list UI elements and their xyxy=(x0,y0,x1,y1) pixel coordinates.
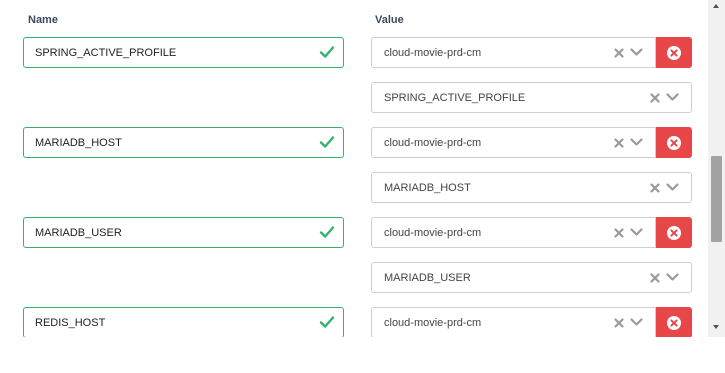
remove-row-button[interactable] xyxy=(656,307,692,337)
scroll-down-arrow[interactable] xyxy=(713,325,719,329)
configmap-key-select[interactable]: SPRING_ACTIVE_PROFILE xyxy=(371,82,692,113)
vertical-scrollbar[interactable] xyxy=(708,0,725,337)
env-name-text: REDIS_HOST xyxy=(35,316,106,329)
remove-row-button[interactable] xyxy=(656,37,692,68)
check-icon xyxy=(319,136,335,148)
env-name-text: MARIADB_HOST xyxy=(35,136,122,149)
configmap-select-value: cloud-movie-prd-cm xyxy=(384,46,482,59)
env-name-input[interactable]: MARIADB_USER xyxy=(23,217,344,248)
chevron-down-icon[interactable] xyxy=(666,183,679,192)
env-var-list: SPRING_ACTIVE_PROFILE cloud-movie-prd-cm… xyxy=(0,0,708,337)
remove-circle-x-icon xyxy=(667,45,681,60)
configmap-select-value: cloud-movie-prd-cm xyxy=(384,226,482,239)
check-icon xyxy=(319,226,335,238)
chevron-down-icon[interactable] xyxy=(666,93,679,102)
chevron-down-icon[interactable] xyxy=(666,273,679,282)
remove-row-button[interactable] xyxy=(656,127,692,158)
clear-x-icon[interactable] xyxy=(614,47,624,58)
remove-circle-x-icon xyxy=(667,225,681,240)
check-icon xyxy=(319,46,335,58)
configmap-select[interactable]: cloud-movie-prd-cm xyxy=(371,217,656,248)
env-name-input[interactable]: MARIADB_HOST xyxy=(23,127,344,158)
env-name-text: SPRING_ACTIVE_PROFILE xyxy=(35,46,177,59)
configmap-select[interactable]: cloud-movie-prd-cm xyxy=(371,307,656,337)
remove-row-button[interactable] xyxy=(656,217,692,248)
configmap-select[interactable]: cloud-movie-prd-cm xyxy=(371,127,656,158)
chevron-down-icon[interactable] xyxy=(630,48,643,57)
configmap-key-value: MARIADB_USER xyxy=(384,271,471,284)
clear-x-icon[interactable] xyxy=(614,137,624,148)
configmap-select-value: cloud-movie-prd-cm xyxy=(384,316,482,329)
env-name-input[interactable]: REDIS_HOST xyxy=(23,307,344,337)
configmap-select-value: cloud-movie-prd-cm xyxy=(384,136,482,149)
chevron-down-icon[interactable] xyxy=(630,318,643,327)
scroll-up-arrow[interactable] xyxy=(713,4,719,8)
clear-x-icon[interactable] xyxy=(650,92,660,103)
configmap-key-select[interactable]: MARIADB_USER xyxy=(371,262,692,293)
configmap-key-value: SPRING_ACTIVE_PROFILE xyxy=(384,91,526,104)
check-icon xyxy=(319,316,335,328)
clear-x-icon[interactable] xyxy=(650,272,660,283)
clear-x-icon[interactable] xyxy=(614,227,624,238)
clear-x-icon[interactable] xyxy=(650,182,660,193)
scrollbar-thumb[interactable] xyxy=(711,156,722,242)
configmap-key-value: MARIADB_HOST xyxy=(384,181,471,194)
env-name-input[interactable]: SPRING_ACTIVE_PROFILE xyxy=(23,37,344,68)
remove-circle-x-icon xyxy=(667,135,681,150)
remove-circle-x-icon xyxy=(667,315,681,330)
configmap-key-select[interactable]: MARIADB_HOST xyxy=(371,172,692,203)
clear-x-icon[interactable] xyxy=(614,317,624,328)
chevron-down-icon[interactable] xyxy=(630,138,643,147)
configmap-select[interactable]: cloud-movie-prd-cm xyxy=(371,37,656,68)
env-name-text: MARIADB_USER xyxy=(35,226,122,239)
chevron-down-icon[interactable] xyxy=(630,228,643,237)
